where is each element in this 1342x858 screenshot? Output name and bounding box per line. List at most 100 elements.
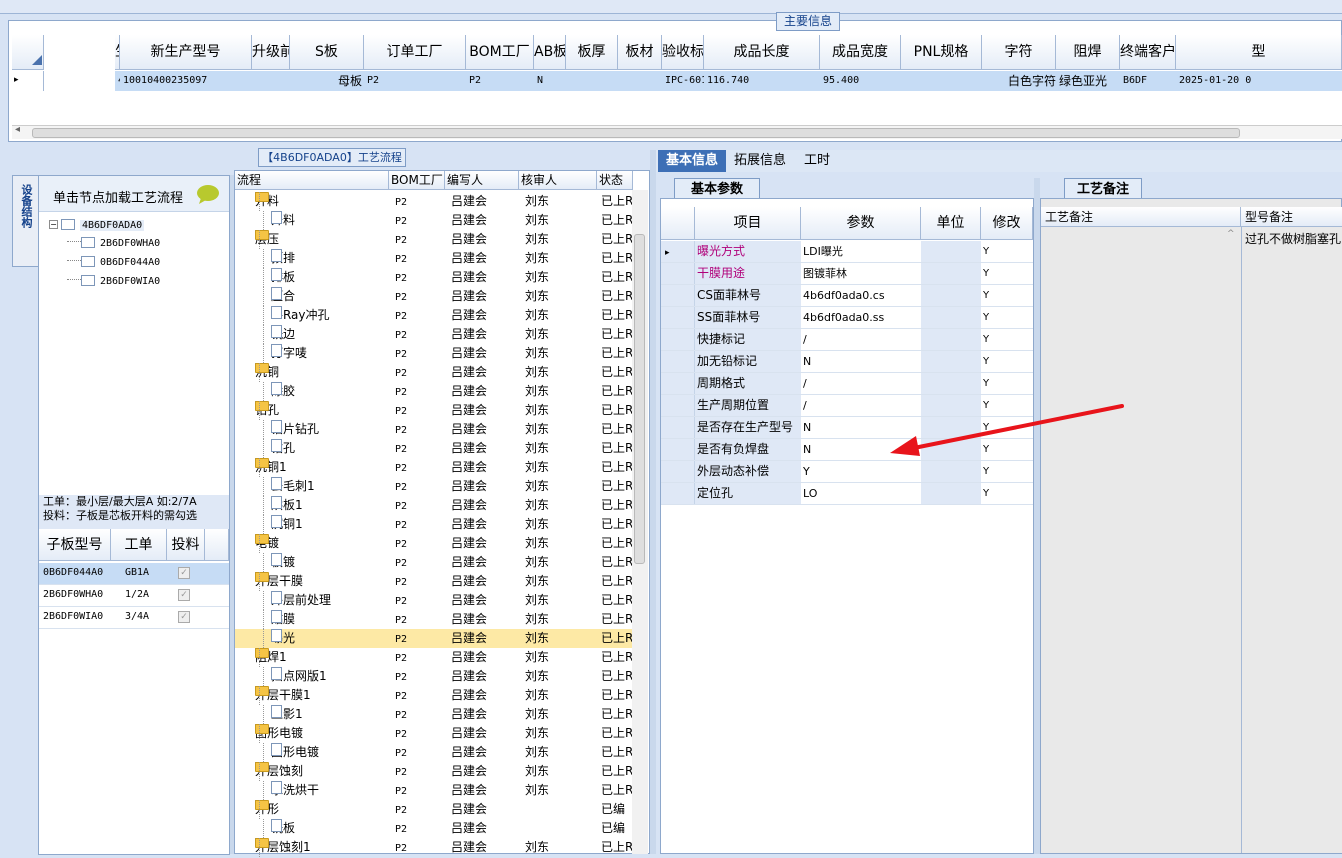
tab-extended-info[interactable]: 拓展信息 <box>726 150 794 172</box>
flow-row[interactable]: −图形电镀P2吕建会刘东已上R <box>235 724 633 743</box>
col-header[interactable]: PNL规格 <box>901 35 982 70</box>
model-notes-text[interactable]: 过孔不做树脂塞孔 <box>1241 227 1342 853</box>
feed-checkbox[interactable]: ✓ <box>178 611 190 623</box>
flow-row[interactable]: −外层蚀刻P2吕建会刘东已上R <box>235 762 633 781</box>
param-row-selector[interactable] <box>661 373 695 394</box>
param-row-selector[interactable] <box>661 483 695 504</box>
param-row-selector[interactable]: ▸ <box>661 241 695 262</box>
cell[interactable]: 母板 <box>290 71 364 91</box>
param-row-selector[interactable] <box>661 351 695 372</box>
side-tab-equipment[interactable]: 设备结构 <box>12 175 38 267</box>
cell[interactable]: 10010400235097 <box>120 71 252 91</box>
col-header[interactable]: 成品宽度 <box>820 35 901 70</box>
tab-basic-info[interactable]: 基本信息 <box>658 150 727 172</box>
chat-bubble-icon[interactable] <box>195 183 221 205</box>
flow-row[interactable]: 压合 P2 吕建会 刘东 已上R <box>235 287 633 306</box>
flow-row[interactable]: X-Ray冲孔 P2 吕建会 刘东 已上R <box>235 306 633 325</box>
feed-checkbox[interactable]: ✓ <box>178 589 190 601</box>
sub-board-row[interactable]: 0B6DF044A0 GB1A ✓ <box>39 563 229 585</box>
flow-row[interactable]: 贴膜 P2 吕建会 刘东 已上R <box>235 610 633 629</box>
tree-child-node[interactable]: 2B6DF0WHA0 <box>67 234 160 250</box>
flow-row[interactable]: 板镀 P2 吕建会 刘东 已上R <box>235 553 633 572</box>
flow-row[interactable]: 开料 P2 吕建会 刘东 已上R <box>235 211 633 230</box>
param-row[interactable]: 干膜用途 图镀菲林 Y <box>661 263 1033 285</box>
param-row[interactable]: 定位孔 LO Y <box>661 483 1033 505</box>
flow-row[interactable]: 去毛刺1 P2 吕建会 刘东 已上R <box>235 477 633 496</box>
cell[interactable] <box>252 71 290 91</box>
flow-row[interactable]: −电镀P2吕建会刘东已上R <box>235 534 633 553</box>
main-info-hscrollbar[interactable]: ◂ <box>12 124 1342 139</box>
cell[interactable]: N <box>534 71 566 91</box>
cell[interactable] <box>618 71 662 91</box>
flow-row[interactable]: −沉铜1P2吕建会刘东已上R <box>235 458 633 477</box>
flow-row[interactable]: 除胶 P2 吕建会 刘东 已上R <box>235 382 633 401</box>
cell[interactable]: IPC-6018 II级 <box>662 71 704 91</box>
param-row-selector[interactable] <box>661 307 695 328</box>
param-row[interactable]: 外层动态补偿 Y Y <box>661 461 1033 483</box>
collapse-icon[interactable]: − <box>49 220 58 229</box>
sub-col-header[interactable]: 子板型号 <box>39 529 111 561</box>
params-col-header[interactable]: 修改 <box>981 207 1033 240</box>
tree-root-node[interactable]: −4B6DF0ADA0 <box>49 216 145 232</box>
param-row-selector[interactable] <box>661 439 695 460</box>
flow-row[interactable]: −沉铜P2吕建会刘东已上R <box>235 363 633 382</box>
param-row[interactable]: SS面菲林号 4b6df0ada0.ss Y <box>661 307 1033 329</box>
flow-row[interactable]: −外层干膜P2吕建会刘东已上R <box>235 572 633 591</box>
cell[interactable]: 95.400 <box>820 71 901 91</box>
flow-row[interactable]: 预排 P2 吕建会 刘东 已上R <box>235 249 633 268</box>
cell[interactable]: 116.740 <box>704 71 820 91</box>
sub-col-header[interactable]: 投料 <box>167 529 205 561</box>
sub-col-header[interactable] <box>205 529 229 561</box>
flow-row[interactable]: 排板 P2 吕建会 刘东 已上R <box>235 268 633 287</box>
flow-row[interactable]: 铝片钻孔 P2 吕建会 刘东 已上R <box>235 420 633 439</box>
cell[interactable]: P2 <box>466 71 534 91</box>
param-row-selector[interactable] <box>661 329 695 350</box>
cell[interactable] <box>901 71 982 91</box>
tab-work-hours[interactable]: 工时 <box>796 150 838 172</box>
param-row-selector[interactable] <box>661 461 695 482</box>
chevron-up-icon[interactable]: ^ <box>1227 229 1235 239</box>
col-header[interactable]: BOM工厂 <box>466 35 534 70</box>
param-row[interactable]: ▸ 曝光方式 LDI曝光 Y <box>661 241 1033 263</box>
col-header[interactable]: 新生产型号 <box>120 35 252 70</box>
param-row[interactable]: 快捷标记 / Y <box>661 329 1033 351</box>
flow-row[interactable]: −钻孔P2吕建会刘东已上R <box>235 401 633 420</box>
flow-row[interactable]: 水洗烘干 P2 吕建会 刘东 已上R <box>235 781 633 800</box>
col-header[interactable]: 终端客户代码 <box>1120 35 1176 70</box>
params-col-header[interactable]: 项目 <box>695 207 801 240</box>
param-row-selector[interactable] <box>661 395 695 416</box>
left-splitter[interactable] <box>230 175 234 854</box>
flow-row[interactable]: 钻孔 P2 吕建会 刘东 已上R <box>235 439 633 458</box>
col-header[interactable]: 字符 <box>982 35 1056 70</box>
row-selector[interactable]: ▸ <box>12 71 44 91</box>
params-col-header[interactable]: 单位 <box>921 207 981 240</box>
params-col-header[interactable]: 参数 <box>801 207 921 240</box>
flow-row[interactable]: −层压P2吕建会刘东已上R <box>235 230 633 249</box>
flow-row[interactable]: 铣边 P2 吕建会 刘东 已上R <box>235 325 633 344</box>
col-header[interactable]: 升级前旧生产型号 <box>252 35 290 70</box>
col-header[interactable]: 验收标准 <box>662 35 704 70</box>
param-row[interactable]: 加无铅标记 N Y <box>661 351 1033 373</box>
col-header[interactable]: 成品长度 <box>704 35 820 70</box>
cell[interactable]: B6DF <box>1120 71 1176 91</box>
flow-row[interactable]: −外层干膜1P2吕建会刘东已上R <box>235 686 633 705</box>
sub-board-row[interactable]: 2B6DF0WIA0 3/4A ✓ <box>39 607 229 629</box>
flow-row[interactable]: 挡点网版1 P2 吕建会 刘东 已上R <box>235 667 633 686</box>
feed-checkbox[interactable]: ✓ <box>178 567 190 579</box>
flow-row[interactable]: 打字唛 P2 吕建会 刘东 已上R <box>235 344 633 363</box>
flow-col-header[interactable]: 核审人 <box>519 171 597 190</box>
param-row-selector[interactable] <box>661 285 695 306</box>
col-header[interactable]: AB板 <box>534 35 566 70</box>
col-header[interactable]: 阻焊 <box>1056 35 1120 70</box>
process-notes-text[interactable] <box>1041 227 1241 853</box>
col-header[interactable]: 型 <box>1176 35 1342 70</box>
process-flow-vscrollbar[interactable] <box>632 190 648 854</box>
flow-row[interactable]: 显影1 P2 吕建会 刘东 已上R <box>235 705 633 724</box>
param-row[interactable]: 周期格式 / Y <box>661 373 1033 395</box>
flow-row[interactable]: −开料P2吕建会刘东已上R <box>235 192 633 211</box>
param-row-selector[interactable] <box>661 417 695 438</box>
col-header[interactable]: 订单工厂 <box>364 35 466 70</box>
flow-row[interactable]: 曝光 P2 吕建会 刘东 已上R <box>235 629 633 648</box>
param-row-selector[interactable] <box>661 263 695 284</box>
cell[interactable]: P2 <box>364 71 466 91</box>
